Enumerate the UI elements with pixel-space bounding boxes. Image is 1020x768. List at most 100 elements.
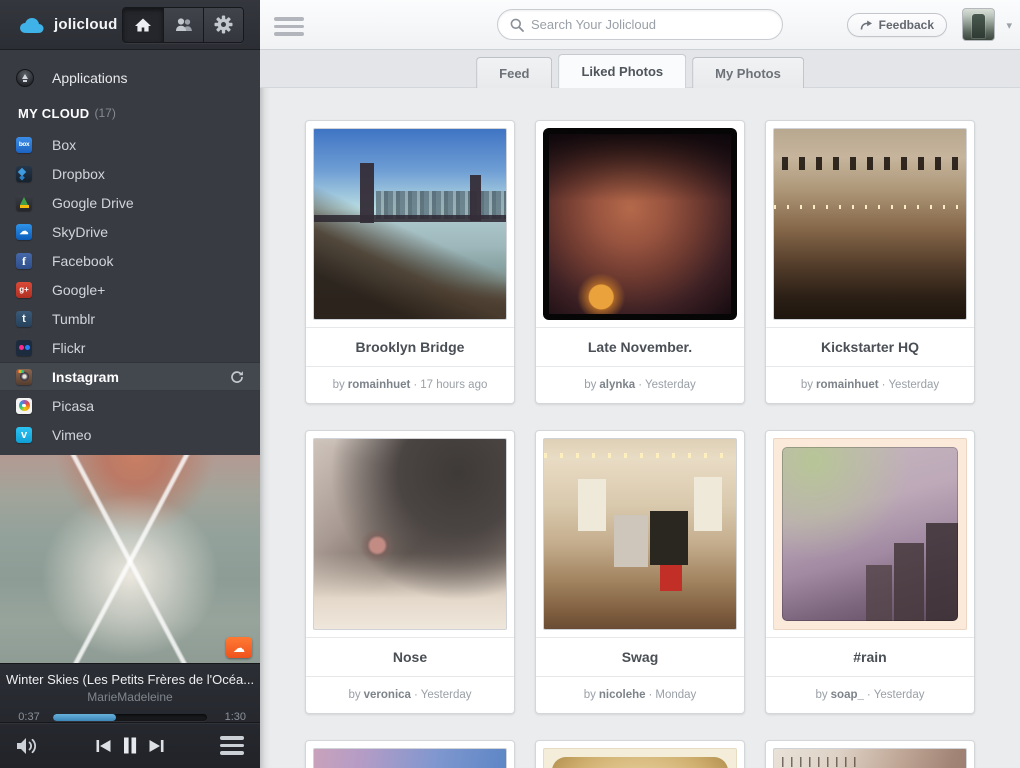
photo-title: #rain xyxy=(766,637,974,676)
menu-toggle-button[interactable] xyxy=(274,17,304,36)
timestamp: Yesterday xyxy=(421,689,472,701)
tab-label: Feed xyxy=(499,66,529,81)
author-link[interactable]: veronica xyxy=(364,689,411,701)
photo-thumbnail[interactable] xyxy=(313,438,507,630)
photo-title: Brooklyn Bridge xyxy=(306,327,514,366)
applications-icon xyxy=(16,69,34,87)
pause-icon xyxy=(123,737,138,754)
service-label: Google+ xyxy=(52,282,244,298)
author-link[interactable]: alynka xyxy=(599,379,635,391)
previous-button[interactable] xyxy=(96,739,112,753)
home-icon xyxy=(134,17,152,33)
photo-thumbnail[interactable] xyxy=(773,128,967,320)
photo-frame xyxy=(306,121,514,327)
next-button[interactable] xyxy=(149,739,165,753)
photo-thumbnail[interactable] xyxy=(773,748,967,768)
tab-label: My Photos xyxy=(715,66,781,81)
meta-separator: · xyxy=(649,689,653,701)
author-link[interactable]: romainhuet xyxy=(816,379,879,391)
photo-title: Kickstarter HQ xyxy=(766,327,974,366)
sidebar-item-instagram[interactable]: Instagram xyxy=(0,362,260,391)
photo-title: Swag xyxy=(536,637,744,676)
photo-card-partial xyxy=(765,740,975,768)
timestamp: 17 hours ago xyxy=(420,379,487,391)
previous-icon xyxy=(96,739,112,753)
sidebar-header: jolicloud xyxy=(0,0,260,50)
tab-feed[interactable]: Feed xyxy=(476,57,552,88)
timestamp: Yesterday xyxy=(888,379,939,391)
author-link[interactable]: romainhuet xyxy=(348,379,411,391)
main-area: Feedback ▾ Feed Liked Photos My Photos B… xyxy=(260,0,1020,768)
dropbox-icon xyxy=(16,166,32,182)
service-label: Picasa xyxy=(52,398,244,414)
sidebar-item-tumblr[interactable]: Tumblr xyxy=(0,304,260,333)
feedback-button[interactable]: Feedback xyxy=(847,13,947,37)
search-input[interactable] xyxy=(531,17,770,32)
chevron-down-icon[interactable]: ▾ xyxy=(1006,19,1012,32)
pause-button[interactable] xyxy=(123,737,138,754)
flickr-icon xyxy=(16,340,32,356)
photo-card: Nose by veronica · Yesterday xyxy=(305,430,515,714)
sidebar-item-flickr[interactable]: Flickr xyxy=(0,333,260,362)
service-label: Vimeo xyxy=(52,427,244,443)
sidebar-item-skydrive[interactable]: SkyDrive xyxy=(0,217,260,246)
photo-meta: by veronica · Yesterday xyxy=(306,676,514,713)
service-label: Box xyxy=(52,137,244,153)
vimeo-icon xyxy=(16,427,32,443)
my-cloud-label: MY CLOUD xyxy=(18,106,90,121)
next-icon xyxy=(149,739,165,753)
settings-button[interactable] xyxy=(203,8,243,42)
sidebar-nav: Applications MY CLOUD (17) Box Dropbox G… xyxy=(0,50,260,455)
by-label: by xyxy=(348,689,360,701)
applications-label: Applications xyxy=(52,70,128,86)
progress-bar[interactable] xyxy=(53,714,207,721)
my-cloud-count: (17) xyxy=(95,106,116,120)
photo-card: Kickstarter HQ by romainhuet · Yesterday xyxy=(765,120,975,404)
meta-separator: · xyxy=(413,379,417,391)
sidebar-item-google-plus[interactable]: Google+ xyxy=(0,275,260,304)
album-art[interactable]: ☁ xyxy=(0,455,260,663)
skydrive-icon xyxy=(16,224,32,240)
photo-grid: Brooklyn Bridge by romainhuet · 17 hours… xyxy=(305,120,975,768)
photo-thumbnail[interactable] xyxy=(543,748,737,768)
sidebar-item-vimeo[interactable]: Vimeo xyxy=(0,420,260,449)
sidebar-item-box[interactable]: Box xyxy=(0,130,260,159)
volume-icon xyxy=(16,735,41,757)
photo-frame xyxy=(306,431,514,637)
photo-thumbnail[interactable] xyxy=(543,438,737,630)
by-label: by xyxy=(816,689,828,701)
sidebar-item-facebook[interactable]: Facebook xyxy=(0,246,260,275)
author-link[interactable]: nicolehe xyxy=(599,689,646,701)
player-info: Winter Skies (Les Petits Frères de l'Océ… xyxy=(0,663,260,768)
soundcloud-badge-icon[interactable]: ☁ xyxy=(226,637,252,658)
photo-thumbnail[interactable] xyxy=(313,128,507,320)
sidebar-nav-buttons xyxy=(122,7,244,43)
avatar[interactable] xyxy=(962,8,995,41)
photo-title: Nose xyxy=(306,637,514,676)
tab-my-photos[interactable]: My Photos xyxy=(692,57,804,88)
tab-liked-photos[interactable]: Liked Photos xyxy=(558,54,686,88)
tab-label: Liked Photos xyxy=(581,64,663,79)
photo-frame xyxy=(766,741,974,768)
sidebar-item-dropbox[interactable]: Dropbox xyxy=(0,159,260,188)
progress-fill xyxy=(53,714,116,721)
by-label: by xyxy=(584,689,596,701)
home-button[interactable] xyxy=(123,8,163,42)
photo-frame xyxy=(306,741,514,768)
sidebar-item-applications[interactable]: Applications xyxy=(0,60,260,96)
playlist-menu-button[interactable] xyxy=(220,736,244,755)
sync-icon[interactable] xyxy=(230,370,244,384)
photo-card: Swag by nicolehe · Monday xyxy=(535,430,745,714)
volume-button[interactable] xyxy=(16,735,41,757)
sidebar-item-picasa[interactable]: Picasa xyxy=(0,391,260,420)
service-label: Facebook xyxy=(52,253,244,269)
users-button[interactable] xyxy=(163,8,203,42)
meta-separator: · xyxy=(867,689,871,701)
author-link[interactable]: soap_ xyxy=(831,689,864,701)
photo-card: Late November. by alynka · Yesterday xyxy=(535,120,745,404)
photo-thumbnail[interactable] xyxy=(773,438,967,630)
sidebar-item-google-drive[interactable]: Google Drive xyxy=(0,188,260,217)
photo-thumbnail[interactable] xyxy=(543,128,737,320)
track-artist: MarieMadeleine xyxy=(0,690,260,704)
photo-thumbnail[interactable] xyxy=(313,748,507,768)
